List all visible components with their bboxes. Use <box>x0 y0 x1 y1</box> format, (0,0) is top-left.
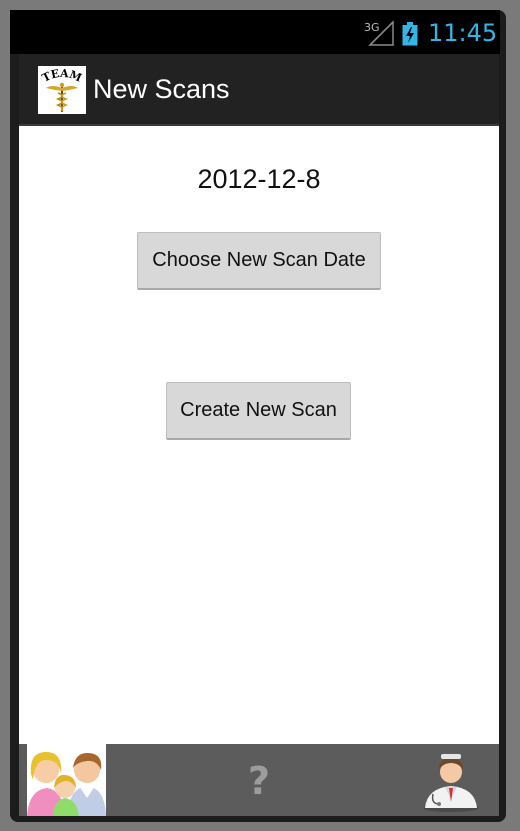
network-label: 3G <box>364 21 380 34</box>
help-glyph: ? <box>248 759 270 802</box>
choose-scan-date-button[interactable]: Choose New Scan Date <box>137 232 381 290</box>
create-scan-button[interactable]: Create New Scan <box>166 382 351 440</box>
bottom-nav-bar: ? <box>19 744 499 816</box>
status-clock: 11:45 <box>428 19 498 47</box>
svg-text:TEAM: TEAM <box>40 67 84 85</box>
doctor-icon[interactable] <box>419 750 483 812</box>
selected-date: 2012-12-8 <box>197 164 321 194</box>
caduceus-icon: TEAM <box>40 67 84 112</box>
action-bar: TEAM New Scans <box>19 54 499 126</box>
page-title: New Scans <box>93 74 230 104</box>
family-icon <box>27 752 106 816</box>
signal-icon: 3G <box>364 20 394 46</box>
app-logo[interactable]: TEAM <box>38 66 86 114</box>
main-content: 2012-12-8 Choose New Scan Date Create Ne… <box>19 126 499 744</box>
status-bar: 3G 11:45 <box>10 10 500 54</box>
logo-text: TEAM <box>40 67 84 85</box>
help-icon[interactable]: ? <box>244 758 274 802</box>
family-button[interactable] <box>27 744 106 816</box>
battery-charging-icon <box>402 22 418 46</box>
